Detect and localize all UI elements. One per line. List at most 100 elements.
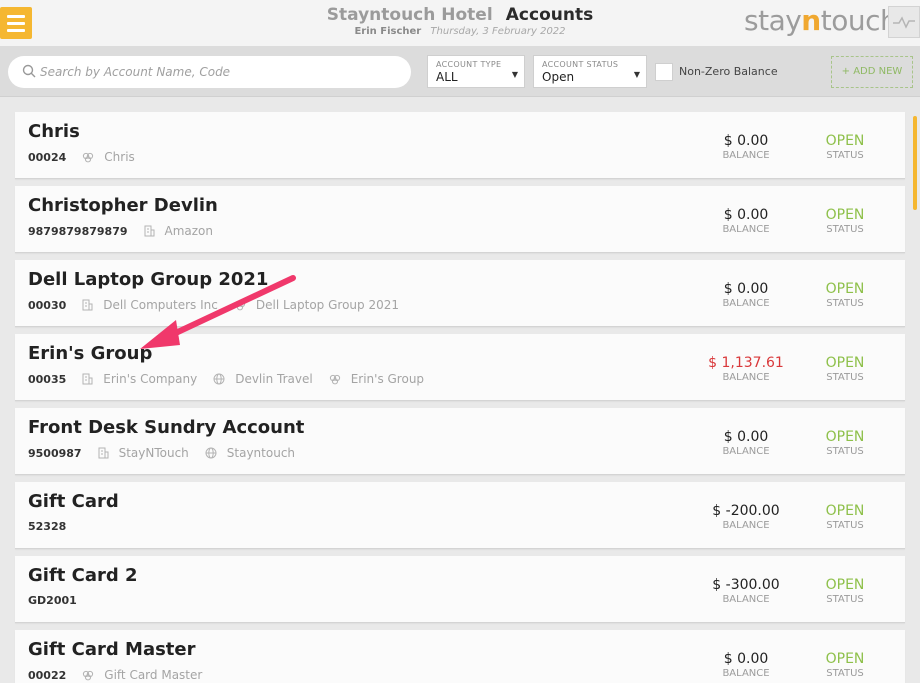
business-date: Thursday, 3 February 2022 — [430, 26, 566, 37]
account-status: OPEN STATUS — [795, 429, 895, 457]
account-meta: 9500987 StayNTouch Stayntouch — [28, 446, 295, 460]
account-row[interactable]: Chris 00024 Chris $ 0.00 BALANCE OPEN STATUS — [15, 112, 905, 179]
account-row[interactable]: Christopher Devlin 9879879879879 Amazon $ 0… — [15, 186, 905, 253]
account-name: Chris — [28, 121, 80, 142]
activity-button[interactable] — [888, 6, 920, 38]
account-travel-agent: Devlin Travel — [213, 372, 313, 386]
account-name: Gift Card Master — [28, 639, 196, 660]
status-caption: STATUS — [826, 298, 864, 309]
group-icon — [329, 374, 346, 385]
account-type-select[interactable]: ACCOUNT TYPE ALL ▼ — [427, 55, 525, 88]
filter-toolbar: ACCOUNT TYPE ALL ▼ ACCOUNT STATUS Open ▼… — [0, 46, 920, 97]
account-type-value: ALL — [436, 70, 458, 84]
account-row[interactable]: Gift Card 52328 $ -200.00 BALANCE OPEN STATUS — [15, 482, 905, 549]
account-status: OPEN STATUS — [795, 133, 895, 161]
account-row[interactable]: Dell Laptop Group 2021 00030 Dell Computer… — [15, 260, 905, 327]
company-icon — [82, 373, 98, 385]
account-code: 00030 — [28, 298, 67, 312]
account-status: OPEN STATUS — [795, 355, 895, 383]
account-code: 52328 — [28, 520, 67, 533]
add-new-button[interactable]: + ADD NEW — [831, 56, 913, 88]
account-company: Dell Computers Inc — [82, 298, 218, 312]
account-status: OPEN STATUS — [795, 281, 895, 309]
account-group: Dell Laptop Group 2021 — [234, 298, 399, 312]
account-company: StayNTouch — [98, 446, 189, 460]
stayntouch-logo: stayntouch — [744, 4, 898, 37]
app-header: Stayntouch Hotel Accounts Erin Fischer T… — [0, 0, 920, 46]
account-code: 9500987 — [28, 446, 82, 460]
account-code: 00024 — [28, 150, 67, 164]
account-status: OPEN STATUS — [795, 651, 895, 679]
status-badge: OPEN — [825, 503, 865, 519]
status-badge: OPEN — [825, 577, 865, 593]
account-meta: 9879879879879 Amazon — [28, 224, 213, 238]
account-meta: 00024 Chris — [28, 150, 135, 164]
status-caption: STATUS — [826, 668, 864, 679]
search-icon — [22, 64, 36, 78]
non-zero-balance-label: Non-Zero Balance — [679, 65, 778, 78]
company-icon — [144, 225, 160, 237]
account-status-label: ACCOUNT STATUS — [542, 60, 619, 69]
chevron-down-icon: ▼ — [511, 70, 518, 79]
account-name: Gift Card 2 — [28, 565, 138, 586]
travel-agent-icon — [213, 373, 230, 385]
search-input[interactable] — [38, 56, 402, 88]
account-row[interactable]: Gift Card Master 00022 Gift Card Master $ 0… — [15, 630, 905, 683]
account-code: 9879879879879 — [28, 224, 128, 238]
status-caption: STATUS — [826, 224, 864, 235]
account-type-label: ACCOUNT TYPE — [436, 60, 502, 69]
group-icon — [82, 670, 99, 681]
account-name: Erin's Group — [28, 343, 153, 364]
account-meta: 52328 — [28, 520, 66, 533]
accounts-list: Chris 00024 Chris $ 0.00 BALANCE OPEN STATUS Ch… — [0, 97, 920, 683]
page-title: Accounts — [505, 5, 594, 25]
account-meta: 00030 Dell Computers Inc Dell Laptop Group… — [28, 298, 399, 312]
account-code: GD2001 — [28, 594, 77, 607]
account-group: Erin's Group — [329, 372, 424, 386]
account-status-select[interactable]: ACCOUNT STATUS Open ▼ — [533, 55, 647, 88]
account-status: OPEN STATUS — [795, 207, 895, 235]
account-row[interactable]: Erin's Group 00035 Erin's Company Devlin Tr… — [15, 334, 905, 401]
scrollbar[interactable] — [913, 116, 917, 210]
company-icon — [98, 447, 114, 459]
account-name: Front Desk Sundry Account — [28, 417, 305, 438]
account-travel-agent: Stayntouch — [205, 446, 295, 460]
account-name: Dell Laptop Group 2021 — [28, 269, 269, 290]
search-field[interactable] — [8, 56, 411, 88]
status-caption: STATUS — [826, 372, 864, 383]
account-company: Amazon — [144, 224, 213, 238]
status-badge: OPEN — [825, 429, 865, 445]
account-row[interactable]: Gift Card 2 GD2001 $ -300.00 BALANCE OPEN STA… — [15, 556, 905, 623]
account-status-value: Open — [542, 70, 575, 84]
status-badge: OPEN — [825, 207, 865, 223]
non-zero-balance-checkbox[interactable] — [655, 63, 673, 81]
account-name: Gift Card — [28, 491, 119, 512]
status-caption: STATUS — [826, 594, 864, 605]
account-meta: 00022 Gift Card Master — [28, 668, 202, 682]
account-group: Gift Card Master — [82, 668, 202, 682]
status-caption: STATUS — [826, 150, 864, 161]
status-badge: OPEN — [825, 651, 865, 667]
account-status: OPEN STATUS — [795, 503, 895, 531]
status-caption: STATUS — [826, 520, 864, 531]
user-name: Erin Fischer — [354, 26, 422, 37]
status-badge: OPEN — [825, 355, 865, 371]
account-code: 00022 — [28, 668, 67, 682]
pulse-icon — [893, 16, 915, 29]
account-meta: 00035 Erin's Company Devlin Travel Erin's G… — [28, 372, 424, 386]
status-badge: OPEN — [825, 281, 865, 297]
company-icon — [82, 299, 98, 311]
travel-agent-icon — [205, 447, 222, 459]
account-company: Erin's Company — [82, 372, 197, 386]
hotel-name: Stayntouch Hotel — [326, 5, 493, 25]
account-meta: GD2001 — [28, 594, 77, 607]
account-name: Christopher Devlin — [28, 195, 218, 216]
chevron-down-icon: ▼ — [633, 70, 640, 79]
status-badge: OPEN — [825, 133, 865, 149]
account-status: OPEN STATUS — [795, 577, 895, 605]
account-group: Chris — [82, 150, 135, 164]
status-caption: STATUS — [826, 446, 864, 457]
account-row[interactable]: Front Desk Sundry Account 9500987 StayNTou… — [15, 408, 905, 475]
account-code: 00035 — [28, 372, 67, 386]
group-icon — [82, 152, 99, 163]
